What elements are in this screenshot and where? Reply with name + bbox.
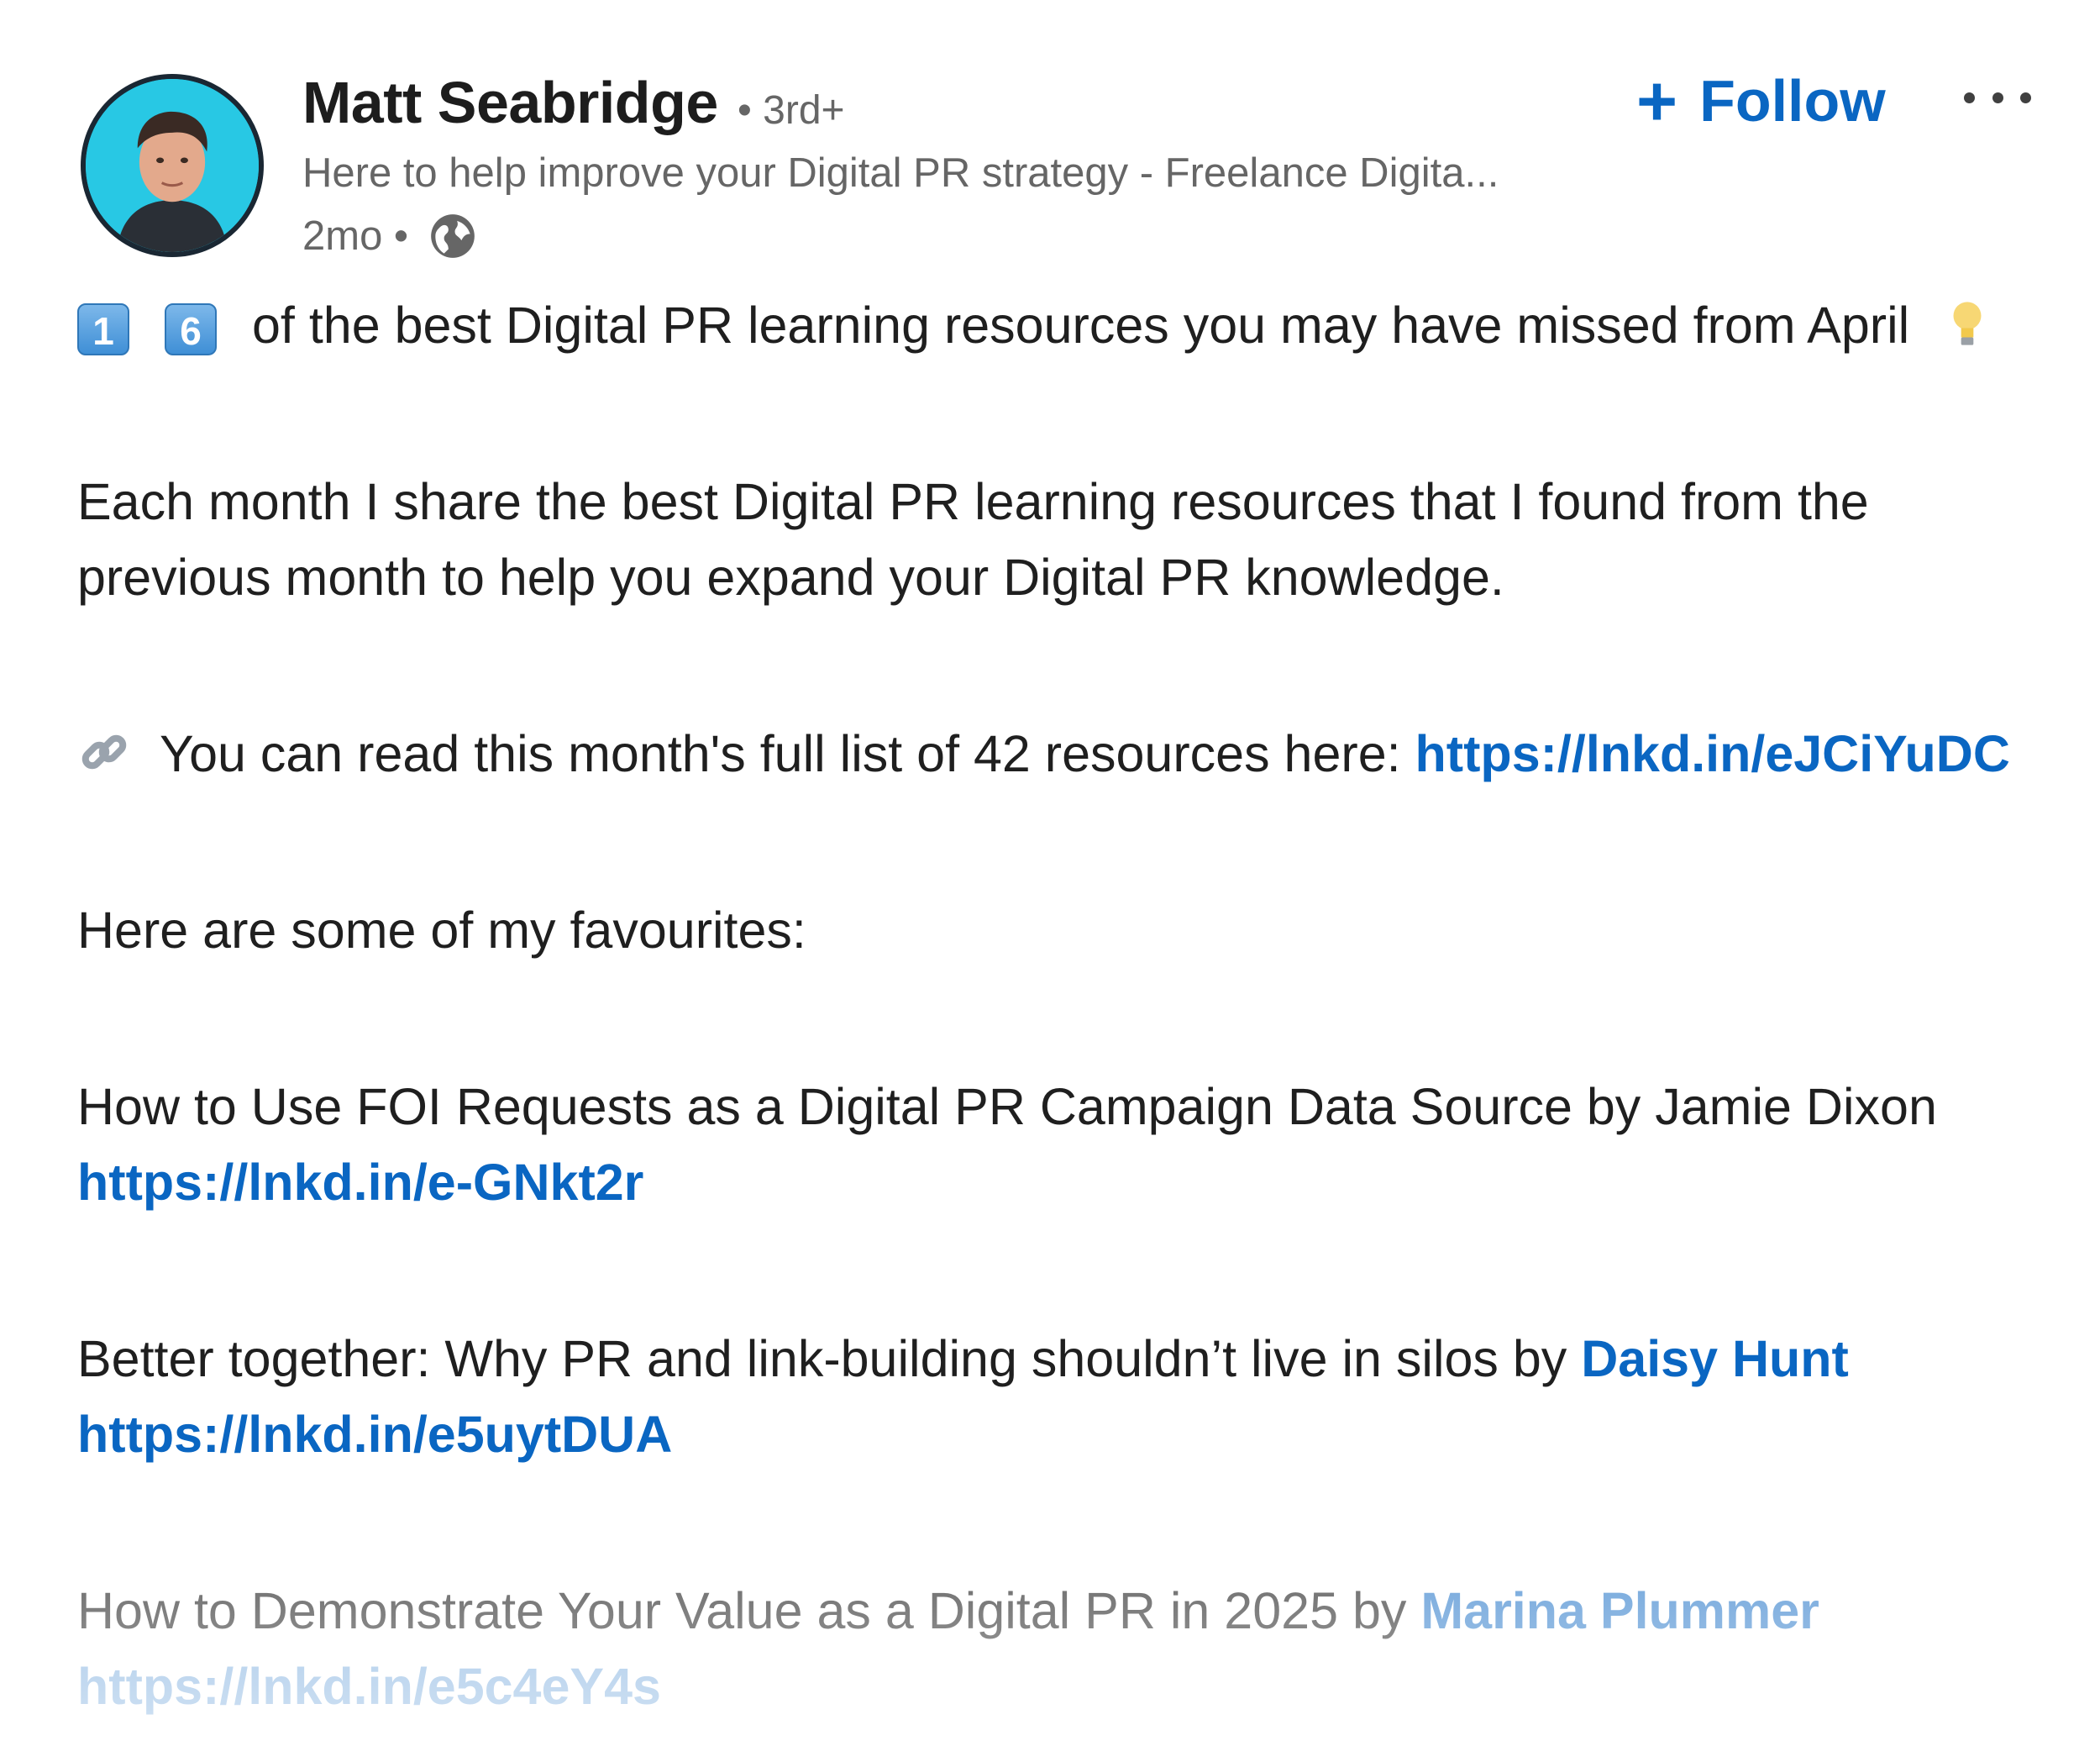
intro-line-1: Each month I share the best Digital PR l…: [77, 473, 1869, 530]
follow-label: Follow: [1699, 68, 1886, 134]
item-1-link[interactable]: https://lnkd.in/e-GNkt2r: [77, 1153, 643, 1212]
full-list-link[interactable]: https://lnkd.in/eJCiYuDC: [1415, 725, 2010, 782]
favourites-intro: Here are some of my favourites:: [77, 902, 806, 959]
globe-icon: [427, 210, 479, 262]
item-2-title: Better together: Why PR and link-buildin…: [77, 1330, 1567, 1387]
full-list-line: You can read this month's full list of 4…: [77, 724, 2010, 791]
post-title-text: of the best Digital PR learning resource…: [252, 297, 1910, 354]
post-time: 2mo •: [302, 213, 409, 259]
item-3-mention[interactable]: Marina Plummer: [1420, 1582, 1819, 1639]
item-2-title-line: Better together: Why PR and link-buildin…: [77, 1329, 1849, 1388]
more-dot: [2020, 92, 2031, 103]
item-2-link[interactable]: https://lnkd.in/e5uytDUA: [77, 1405, 672, 1464]
item-3-title-line: How to Demonstrate Your Value as a Digit…: [77, 1581, 1819, 1640]
post-title: 1 6 of the best Digital PR learning resour…: [77, 296, 1986, 360]
author-headline: Here to help improve your Digital PR str…: [302, 150, 1499, 196]
link-icon: [77, 725, 131, 791]
author-avatar[interactable]: [81, 74, 264, 257]
avatar-photo: [86, 79, 259, 252]
post-meta: 2mo •: [302, 210, 479, 262]
item-3-title: How to Demonstrate Your Value as a Digit…: [77, 1582, 1407, 1639]
intro-line-2: previous month to help you expand your D…: [77, 549, 1504, 606]
full-list-text: You can read this month's full list of 4…: [160, 725, 1401, 782]
lightbulb-icon: [1949, 298, 1986, 360]
item-2-mention[interactable]: Daisy Hunt: [1581, 1330, 1849, 1387]
connection-degree: • 3rd+: [738, 88, 845, 133]
keycap-six-icon: 6: [165, 302, 217, 355]
more-dot: [1992, 92, 2003, 103]
more-options-button[interactable]: [1964, 72, 2031, 123]
keycap-one-icon: 1: [77, 302, 129, 355]
plus-icon: +: [1636, 61, 1678, 140]
more-horizontal-icon: [1964, 92, 1975, 103]
author-name[interactable]: Matt Seabridge: [302, 69, 718, 136]
item-1-title: How to Use FOI Requests as a Digital PR …: [77, 1078, 1937, 1135]
follow-button[interactable]: + Follow: [1636, 66, 1886, 136]
item-3-link[interactable]: https://lnkd.in/e5c4eY4s: [77, 1657, 661, 1716]
